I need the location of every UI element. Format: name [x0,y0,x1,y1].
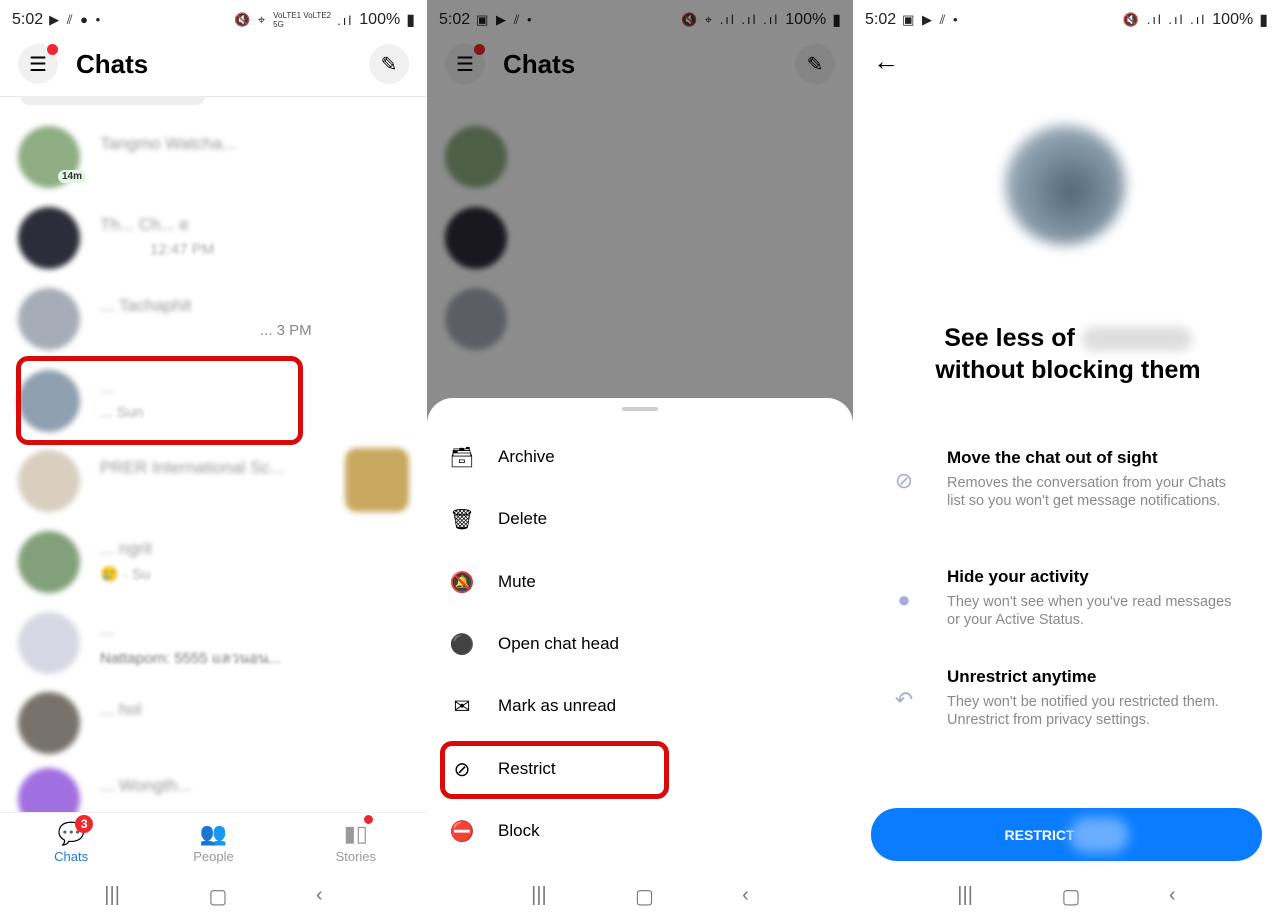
tab-people[interactable]: 👥 People [173,813,253,872]
highlight-box [16,356,303,445]
trash-icon: 🗑 [449,508,475,531]
bottom-nav: 💬 3 Chats 👥 People ▮▯ Stories [0,812,427,872]
notification-icons: ▣ ▶ ⫽ • [902,12,960,27]
hamburger-icon: ☰ [29,53,47,76]
blurred-name [1081,327,1192,352]
pencil-icon: ✎ [380,53,398,76]
recents-button[interactable]: ||| [957,884,973,912]
search-bar[interactable] [20,96,205,105]
options-sheet: 🗃 Archive 🗑 Delete 🔕 Mute ⚫ Open chat head ✉… [427,398,853,924]
home-button[interactable]: ▢ [209,884,228,912]
restrict-button[interactable]: RESTRICT [871,808,1262,861]
status-time: 5:02 [865,11,897,28]
tab-chats[interactable]: 💬 3 Chats [31,813,111,872]
chat-item[interactable]: Tangmo Watcha... 14m [0,118,427,198]
bell-off-icon: 🔕 [449,571,475,594]
battery-icon: ▮ [406,12,415,29]
highlight-box [440,741,669,799]
back-button[interactable]: ‹ [742,884,749,912]
restrict-screen: 5:02 ▣ ▶ ⫽ • 🔇 .ıl .ıl .ıl 100% ▮ ← See less… [853,0,1280,924]
status-bar: 5:02 ▶ ⫽ ● • 🔇 ⌖ VoLTE1 VoLTE2 5G .ıl 100% ▮ [12,10,415,30]
block-icon: ⛔ [449,820,475,843]
people-icon: 👥 [199,821,228,846]
recents-button[interactable]: ||| [531,884,547,912]
undo-icon: ↶ [894,687,914,712]
chat-item[interactable]: ... Tachaphit... 3 PM [0,280,427,360]
active-status-icon: ● [897,587,911,612]
notification-dot [47,44,58,55]
chats-screen: 5:02 ▶ ⫽ ● • 🔇 ⌖ VoLTE1 VoLTE2 5G .ıl 100% ▮… [0,0,427,924]
chat-item[interactable]: PRER International Sc... [0,442,427,522]
active-time-badge: 14m [58,170,87,183]
menu-item-mute[interactable]: 🔕 Mute [447,562,536,602]
menu-button[interactable]: ☰ [18,44,58,84]
chat-item[interactable]: ... Nattaporn: 5555 แลวนอน... [0,604,427,684]
signal-label: VoLTE1 VoLTE2 5G [273,11,332,29]
chat-options-screen: 5:02 ▣ ▶ ⫽ • 🔇 ⌖ .ıl .ıl .ıl 100% ▮ ☰ Chats ✎ … [427,0,853,924]
restrict-title: See less of without blocking them [935,324,1201,384]
archive-icon: 🗃 [449,446,475,469]
blurred-name [1068,816,1129,853]
home-button[interactable]: ▢ [635,884,654,912]
menu-item-archive[interactable]: 🗃 Archive [447,437,554,477]
menu-item-mark-unread[interactable]: ✉ Mark as unread [447,686,617,726]
unread-count: 3 [75,815,94,833]
notification-dot [363,815,373,824]
mute-location-icons: 🔇 ⌖ [234,12,268,27]
battery-level: 100% [1212,11,1254,28]
mail-unread-icon: ✉ [453,695,471,718]
menu-item-delete[interactable]: 🗑 Delete [447,499,547,539]
signal-icons: 🔇 .ıl .ıl .ıl [1122,12,1207,27]
menu-item-open-chat-head[interactable]: ⚫ Open chat head [447,624,619,664]
signal-icons: .ıl [337,12,354,28]
chat-item[interactable]: ... ngrit 🥲 · Su [0,523,427,603]
chat-item[interactable]: ... hol [0,684,427,764]
chat-item[interactable]: Th... Ch... e 12:47 PM [0,199,427,279]
recents-button[interactable]: ||| [104,884,120,912]
page-title: Chats [76,48,149,79]
avatar [1005,125,1125,245]
menu-item-block[interactable]: ⛔ Block [447,811,540,851]
battery-level: 100% [359,11,401,28]
chat-head-icon: ⚫ [449,633,475,656]
home-button[interactable]: ▢ [1062,884,1081,912]
back-button[interactable]: ‹ [1169,884,1176,912]
back-arrow-icon[interactable]: ← [873,46,899,77]
back-button[interactable]: ‹ [316,884,323,912]
stories-icon: ▮▯ [343,821,368,846]
status-time: 5:02 [12,11,44,28]
eye-off-icon: ⊘ [894,468,914,493]
compose-button[interactable]: ✎ [369,44,409,84]
tab-stories[interactable]: ▮▯ Stories [316,813,396,872]
battery-icon: ▮ [1259,12,1268,29]
notification-icons: ▶ ⫽ ● • [49,12,103,27]
drag-handle[interactable] [622,407,658,411]
